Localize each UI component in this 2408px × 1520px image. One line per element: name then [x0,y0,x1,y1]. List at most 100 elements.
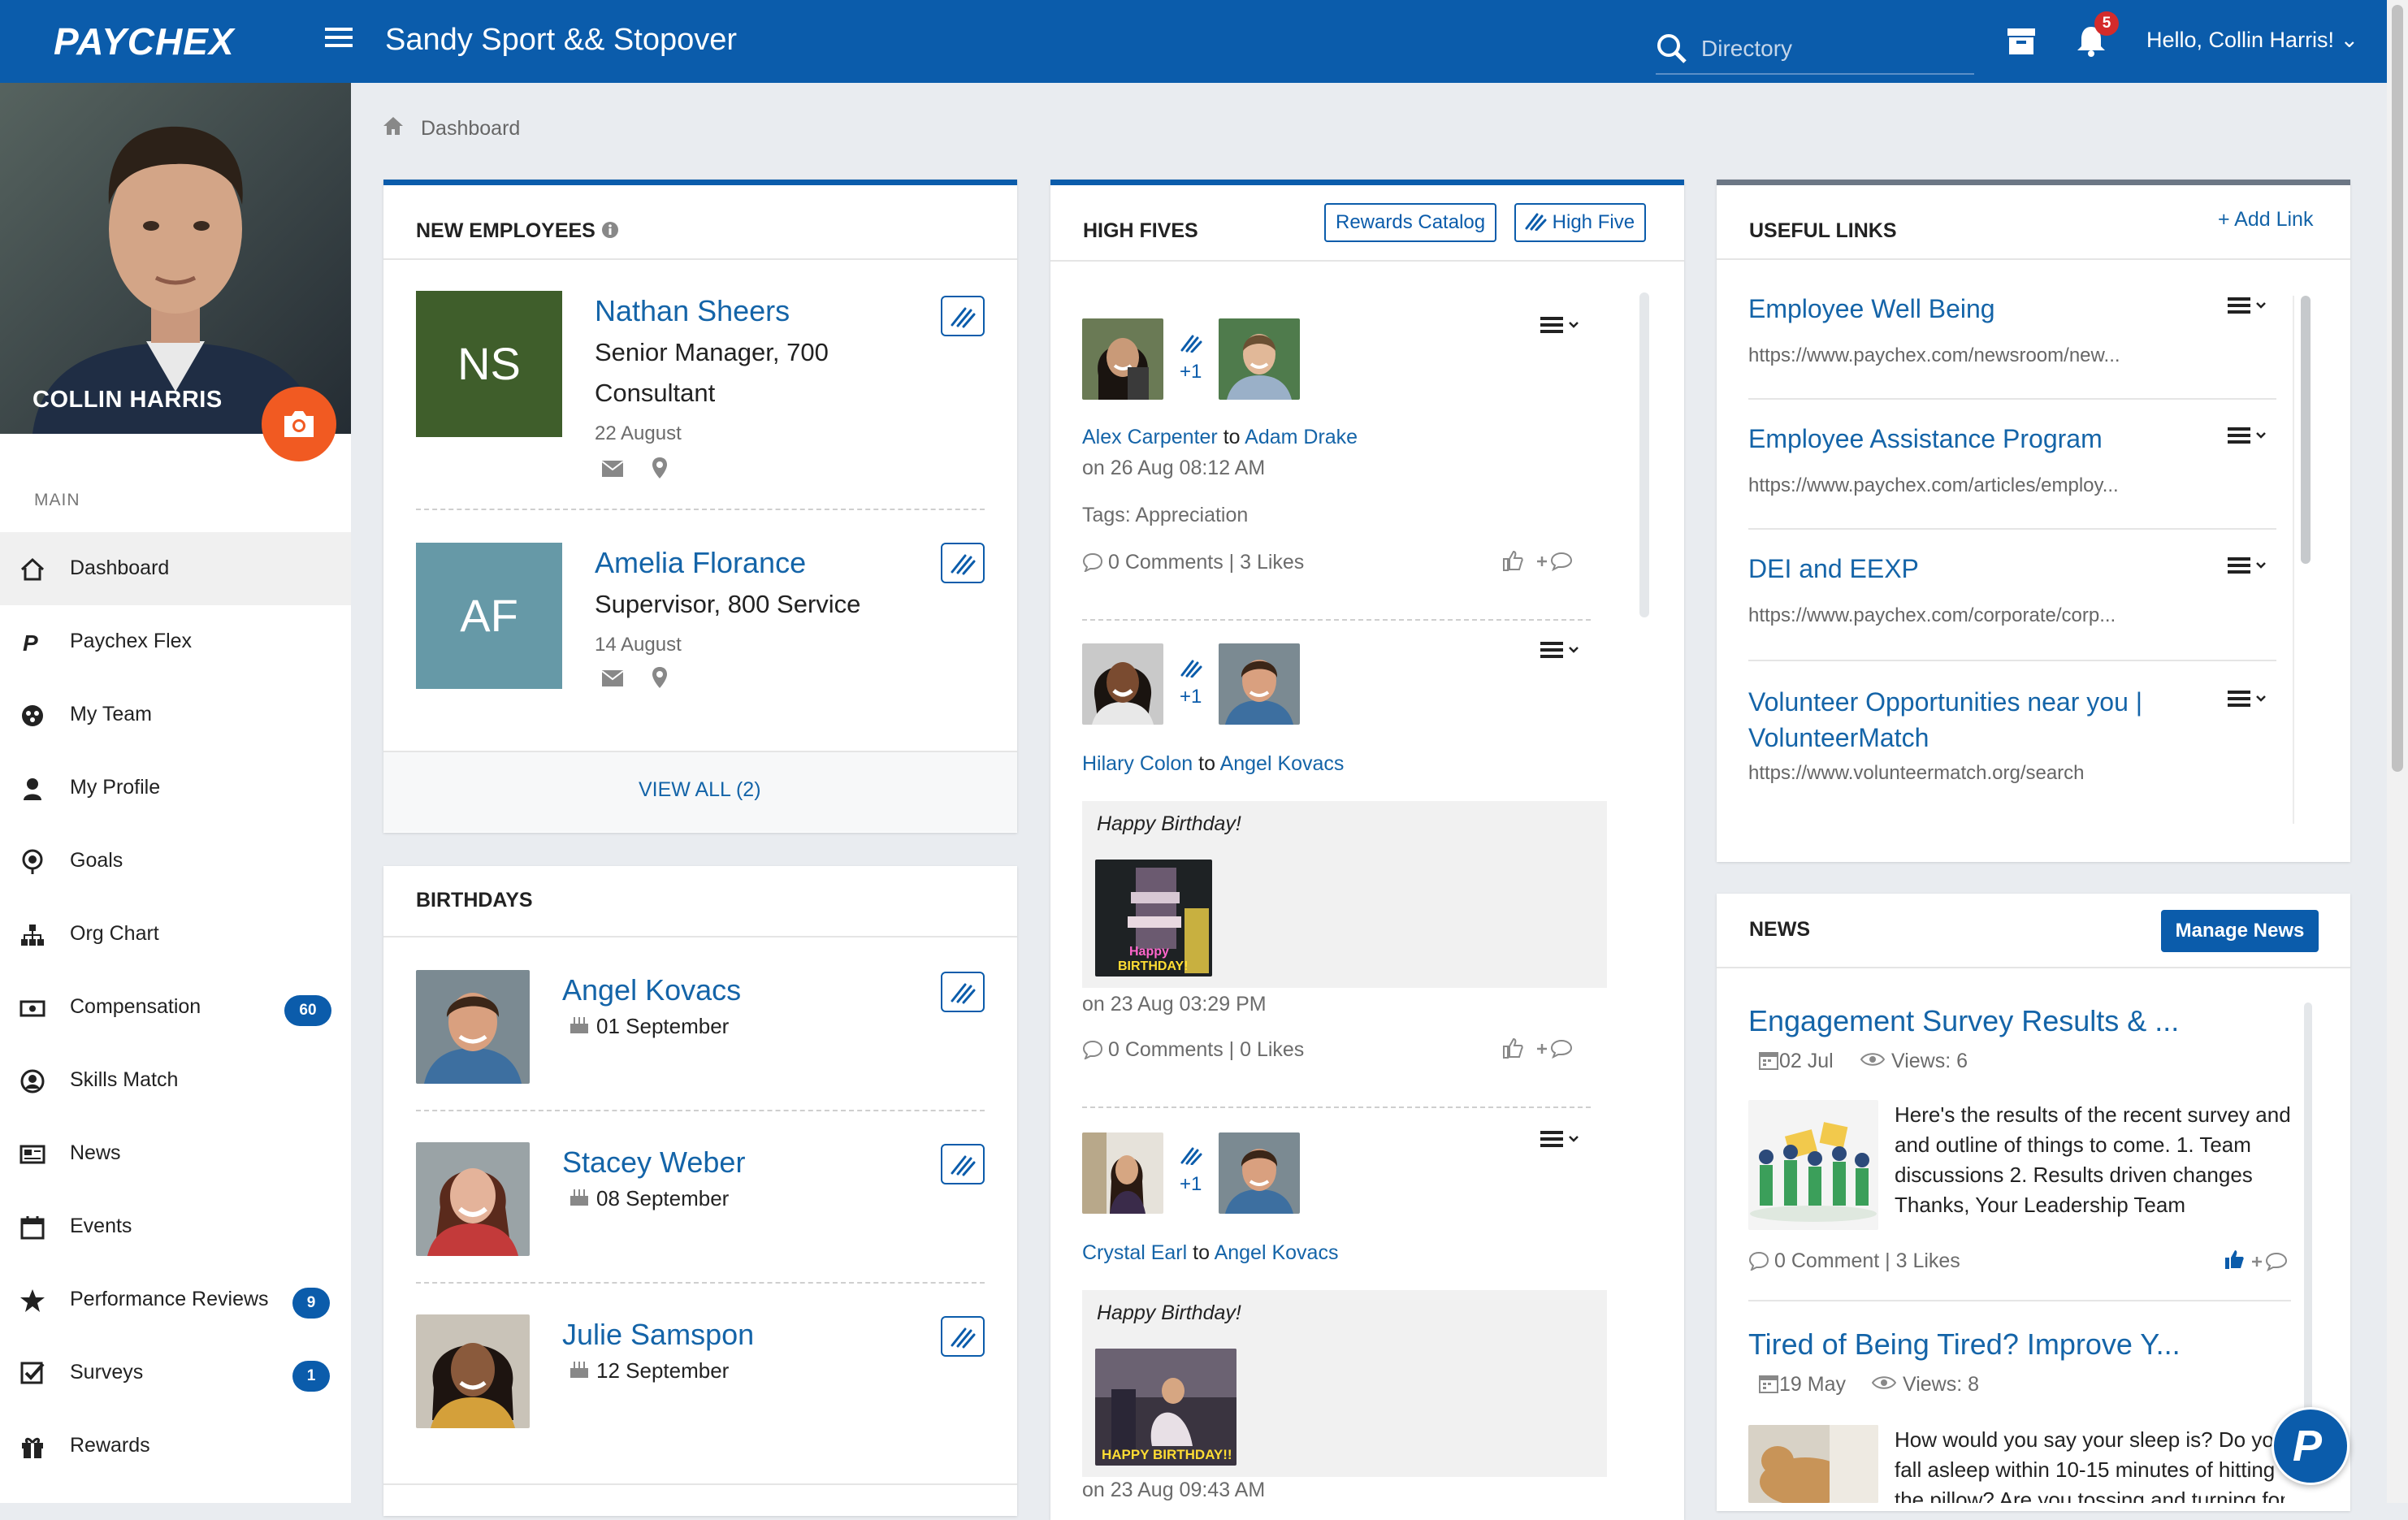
sidebar-item-rewards[interactable]: Rewards [0,1410,351,1483]
useful-link-url[interactable]: https://www.volunteermatch.org/search [1748,762,2085,785]
like-icon[interactable] [1501,549,1524,572]
rewards-catalog-button[interactable]: Rewards Catalog [1324,203,1497,242]
sidebar-item-compensation[interactable]: Compensation 60 [0,971,351,1044]
employee-name-link[interactable]: Amelia Florance [595,546,806,580]
add-comment-icon[interactable] [1535,551,1576,572]
sidebar-item-dashboard[interactable]: Dashboard [0,532,351,605]
employee-initials-avatar[interactable]: NS [416,291,562,437]
add-link-button[interactable]: + Add Link [2218,208,2313,232]
directory-search-input[interactable] [1701,32,1961,65]
location-pin-icon[interactable] [652,457,668,479]
email-icon[interactable] [601,460,624,478]
birthday-person-name-link[interactable]: Angel Kovacs [562,973,741,1007]
high-five-button[interactable] [941,972,985,1012]
birthday-person-photo[interactable] [416,1314,530,1428]
post-menu-icon[interactable] [1539,1129,1584,1149]
link-menu-icon[interactable] [2226,426,2272,445]
sender-name-link[interactable]: Hilary Colon [1082,752,1193,775]
birthday-gif[interactable]: Happy BIRTHDAY! [1095,860,1212,977]
sidebar-item-skills-match[interactable]: Skills Match [0,1044,351,1117]
employee-initials-avatar[interactable]: AF [416,543,562,689]
paychex-assistant-button[interactable]: P [2272,1407,2350,1485]
comment-icon[interactable] [1082,1040,1103,1059]
additional-recipients-count[interactable]: +1 [1180,686,1202,708]
add-comment-icon[interactable] [2250,1251,2291,1272]
recipient-name-link[interactable]: Angel Kovacs [1215,1241,1339,1264]
employee-name-link[interactable]: Nathan Sheers [595,294,790,328]
useful-link-title[interactable]: Volunteer Opportunities near you | [1748,684,2142,720]
user-menu[interactable]: Hello, Collin Harris! ⌄ [2146,28,2358,53]
page-scrollbar-thumb[interactable] [2392,5,2403,772]
sidebar-item-goals[interactable]: Goals [0,825,351,898]
recipient-photo[interactable] [1219,643,1300,725]
high-five-button[interactable] [941,1316,985,1357]
email-icon[interactable] [601,669,624,687]
sender-photo[interactable] [1082,643,1163,725]
news-article-thumbnail[interactable] [1748,1425,1878,1503]
add-comment-icon[interactable] [1535,1038,1576,1059]
birthday-person-name-link[interactable]: Stacey Weber [562,1145,745,1180]
hamburger-menu-icon[interactable] [325,28,353,50]
birthday-gif[interactable]: HAPPY BIRTHDAY!! [1095,1349,1236,1466]
useful-link-title[interactable]: Employee Assistance Program [1748,421,2103,457]
sidebar-item-performance-reviews[interactable]: Performance Reviews 9 [0,1263,351,1336]
high-five-action-button[interactable]: High Five [1514,203,1647,242]
useful-link-url[interactable]: https://www.paychex.com/newsroom/new... [1748,344,2120,367]
useful-link-title[interactable]: DEI and EEXP [1748,551,1919,587]
recipient-name-link[interactable]: Adam Drake [1245,426,1358,448]
sidebar-item-my-team[interactable]: My Team [0,678,351,751]
news-article-stats[interactable]: 0 Comment | 3 Likes [1774,1249,1960,1273]
birthday-person-photo[interactable] [416,1142,530,1256]
useful-link-url[interactable]: https://www.paychex.com/corporate/corp..… [1748,604,2116,627]
links-scrollbar-thumb[interactable] [2301,296,2311,564]
location-pin-icon[interactable] [652,666,668,689]
sidebar-item-paychex-flex[interactable]: P Paychex Flex [0,605,351,678]
link-menu-icon[interactable] [2226,296,2272,315]
sender-name-link[interactable]: Crystal Earl [1082,1241,1187,1264]
high-five-button[interactable] [941,296,985,336]
useful-link-url[interactable]: https://www.paychex.com/articles/employ.… [1748,474,2119,497]
useful-link-title[interactable]: Employee Well Being [1748,291,1995,327]
additional-recipients-count[interactable]: +1 [1180,1173,1202,1196]
change-photo-button[interactable] [262,387,336,461]
info-icon[interactable] [601,221,619,239]
view-all-link[interactable]: VIEW ALL (2) [639,778,761,802]
search-icon[interactable] [1656,32,1688,65]
news-article-thumbnail[interactable] [1748,1100,1878,1230]
birthday-person-photo[interactable] [416,970,530,1084]
link-menu-icon[interactable] [2226,556,2272,575]
sidebar-item-events[interactable]: Events [0,1190,351,1263]
sender-photo[interactable] [1082,1132,1163,1214]
manage-news-button[interactable]: Manage News [2161,910,2319,952]
additional-recipients-count[interactable]: +1 [1180,361,1202,383]
breadcrumb[interactable]: Dashboard [421,117,520,141]
link-menu-icon[interactable] [2226,689,2272,708]
like-icon[interactable] [1501,1037,1524,1059]
sender-photo[interactable] [1082,318,1163,400]
archive-icon[interactable] [2007,28,2036,55]
post-stats[interactable]: 0 Comments | 3 Likes [1108,551,1304,574]
sidebar-item-my-profile[interactable]: My Profile [0,751,351,825]
recipient-photo[interactable] [1219,318,1300,400]
recipient-name-link[interactable]: Angel Kovacs [1220,752,1345,775]
like-icon[interactable] [2223,1248,2246,1271]
birthday-person-name-link[interactable]: Julie Samspon [562,1318,754,1352]
comment-icon[interactable] [1082,552,1103,572]
sender-name-link[interactable]: Alex Carpenter [1082,426,1218,448]
comment-icon[interactable] [1748,1251,1769,1271]
recipient-photo[interactable] [1219,1132,1300,1214]
post-menu-icon[interactable] [1539,315,1584,335]
sidebar-item-surveys[interactable]: Surveys 1 [0,1336,351,1410]
high-five-button[interactable] [941,543,985,583]
post-menu-icon[interactable] [1539,640,1584,660]
breadcrumb-home-icon[interactable] [382,115,405,136]
useful-link-title[interactable]: VolunteerMatch [1748,720,1929,756]
paychex-logo[interactable]: PAYCHEX [54,19,235,63]
news-article-title[interactable]: Tired of Being Tired? Improve Y... [1748,1327,2181,1362]
high-five-button[interactable] [941,1144,985,1184]
high-fives-scrollbar-thumb[interactable] [1639,292,1649,617]
news-article-title[interactable]: Engagement Survey Results & ... [1748,1004,2179,1038]
post-stats[interactable]: 0 Comments | 0 Likes [1108,1038,1304,1062]
sidebar-item-news[interactable]: News [0,1117,351,1190]
news-scrollbar-thumb[interactable] [2304,1003,2312,1425]
